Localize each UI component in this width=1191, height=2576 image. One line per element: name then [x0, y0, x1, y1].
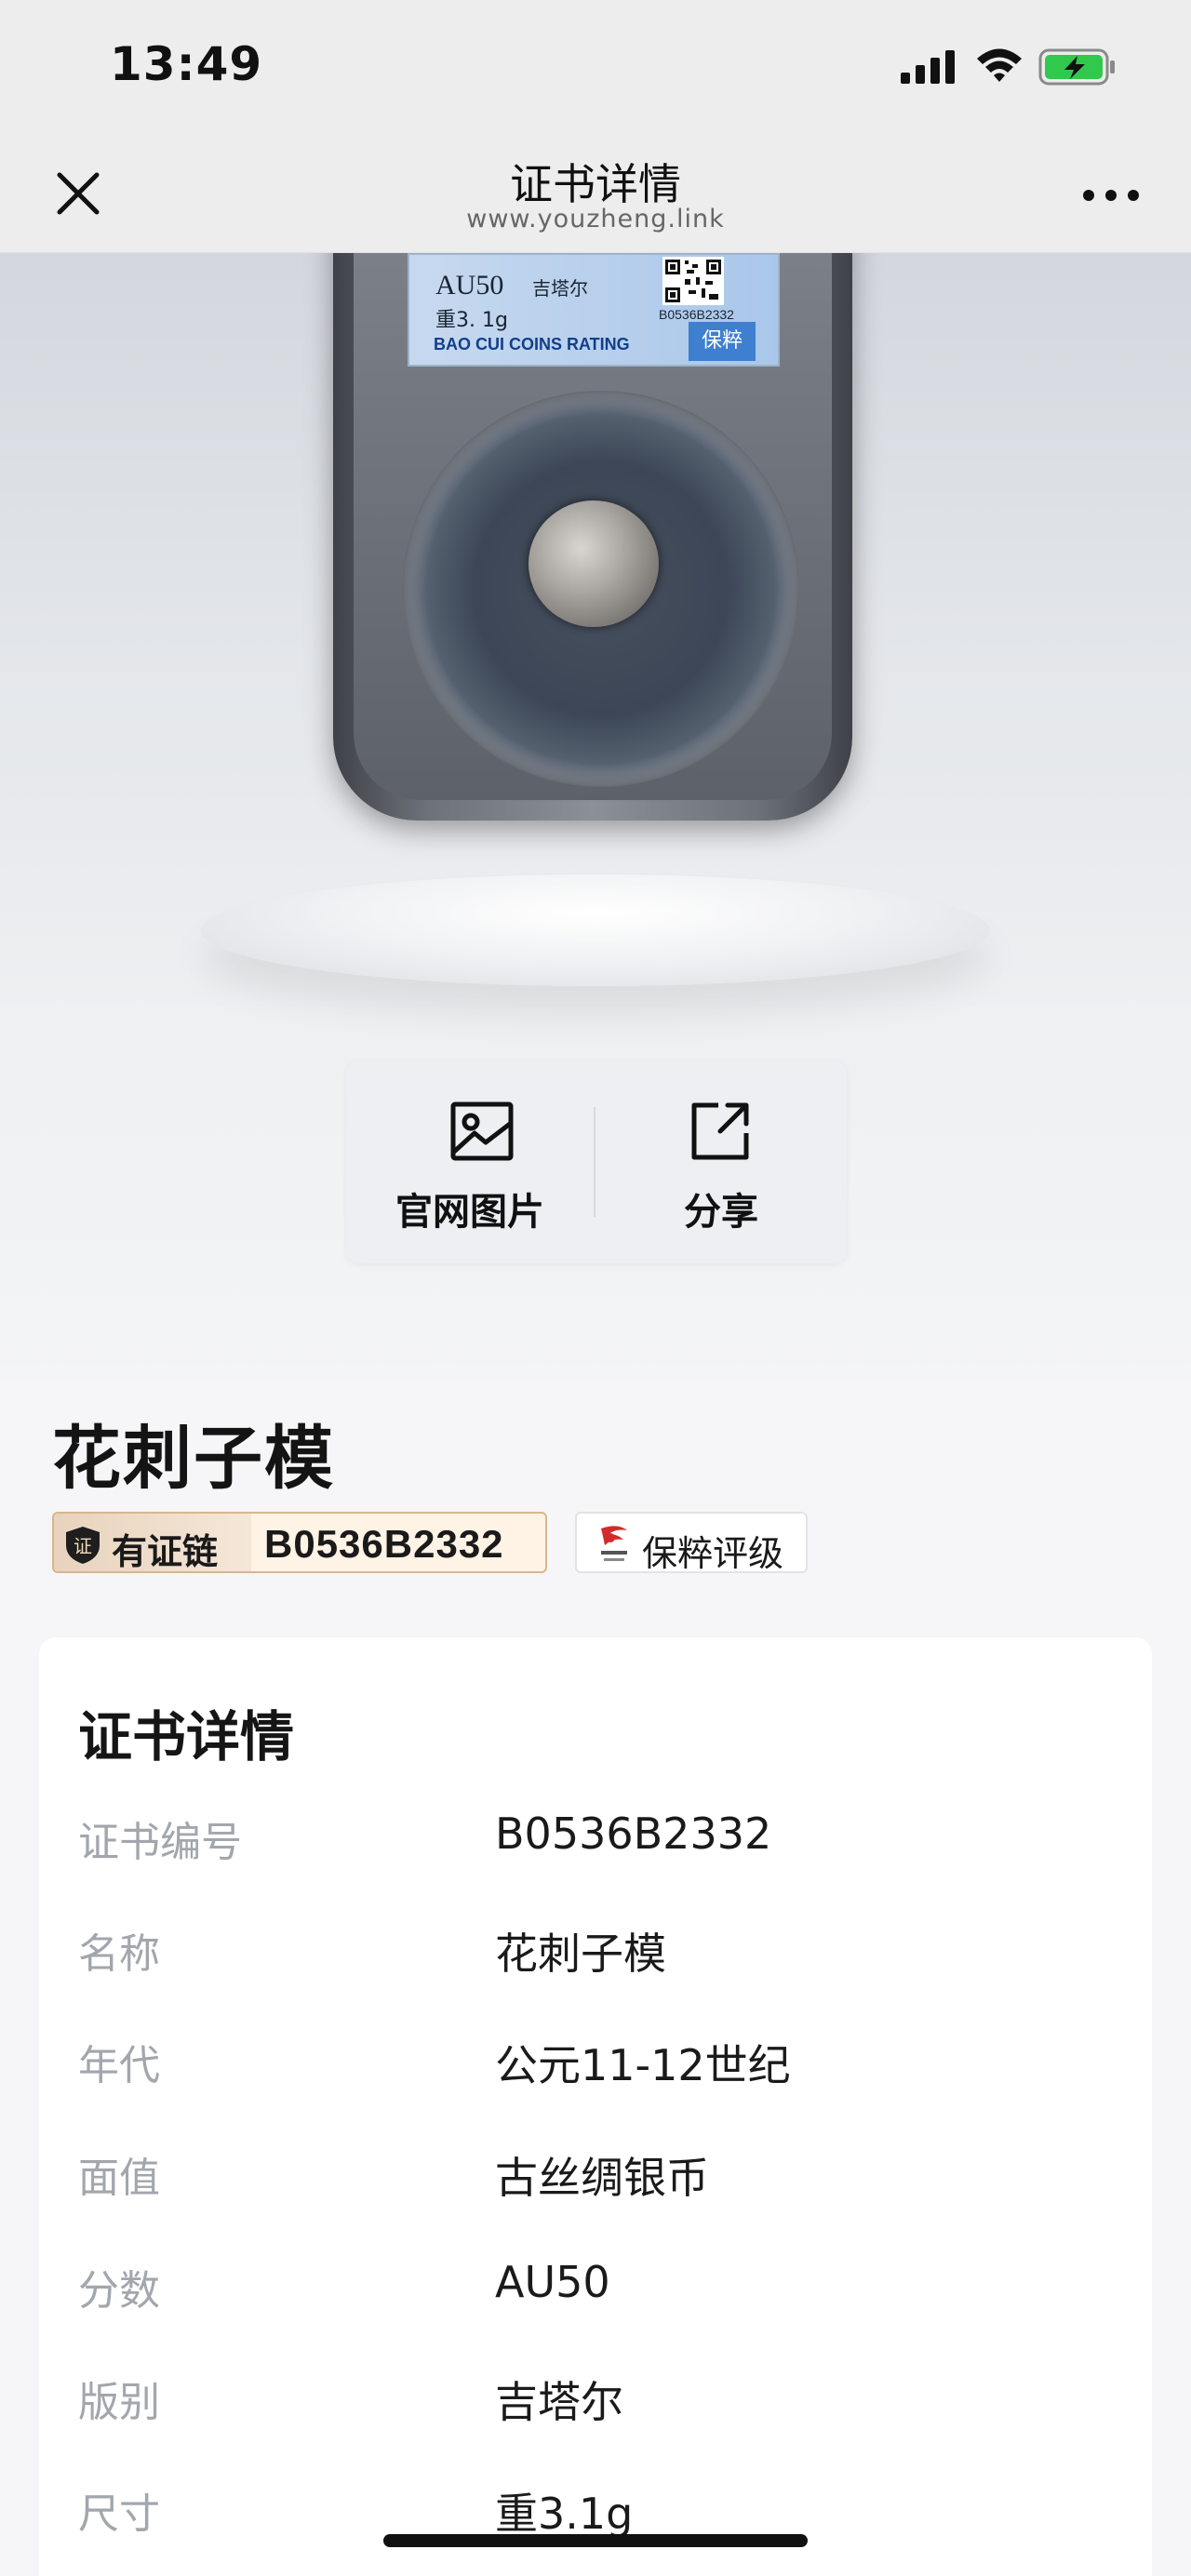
share-icon [691, 1102, 749, 1160]
official-images-button[interactable]: 官网图片 [346, 1061, 594, 1263]
slab-label: AU50 吉塔尔 重3. 1g B0536B2332 BAO CUI COINS… [408, 253, 780, 367]
coin-image [529, 501, 659, 627]
detail-row: 分数 AU50 [78, 2257, 1102, 2331]
status-time: 13:49 [110, 37, 263, 91]
detail-label: 名称 [78, 1930, 160, 1978]
detail-label: 证书编号 [78, 1819, 242, 1866]
detail-row: 版别 吉塔尔 [78, 2369, 1102, 2443]
action-panel: 官网图片 分享 [346, 1061, 847, 1263]
chain-badge[interactable]: 证 有证链 B0536B2332 [52, 1512, 547, 1573]
nav-bar: 证书详情 www.youzheng.link [0, 140, 1191, 253]
detail-row: 证书编号 B0536B2332 [78, 1809, 1102, 1883]
status-bar: 13:49 [0, 0, 1191, 140]
page-url: www.youzheng.link [466, 205, 725, 234]
detail-label: 面值 [78, 2155, 160, 2202]
detail-value: 重3.1g [495, 2489, 634, 2539]
detail-label: 分数 [78, 2267, 160, 2315]
detail-value: 公元11-12世纪 [495, 2040, 791, 2090]
qr-code-icon [662, 257, 724, 305]
detail-row: 名称 花刺子模 [78, 1920, 1102, 1995]
signal-icon [901, 50, 955, 84]
more-icon[interactable] [1081, 186, 1141, 205]
wifi-icon [977, 48, 1022, 82]
image-icon [450, 1101, 514, 1161]
page-title: 证书详情 [510, 159, 681, 209]
detail-value: 吉塔尔 [495, 2377, 623, 2427]
detail-value: 古丝绸银币 [495, 2153, 709, 2203]
detail-row: 年代 公元11-12世纪 [78, 2032, 1102, 2106]
share-button[interactable]: 分享 [596, 1061, 847, 1263]
page: 13:49 证书详情 www.youzheng.link AU50 吉塔尔 重3… [0, 0, 1191, 2576]
svg-text:证: 证 [74, 1535, 92, 1557]
details-title: 证书详情 [78, 1705, 295, 1768]
label-grade: AU50 [435, 270, 504, 300]
detail-label: 尺寸 [78, 2490, 160, 2538]
detail-value: AU50 [495, 2257, 610, 2307]
battery-icon [1038, 48, 1115, 86]
chain-label: 有证链 [112, 1531, 219, 1572]
org-label: 保粹评级 [642, 1533, 784, 1574]
label-cert-no: B0536B2332 [659, 307, 734, 322]
label-rating-text: BAO CUI COINS RATING [434, 335, 630, 354]
detail-label: 版别 [78, 2379, 160, 2426]
detail-row: 面值 古丝绸银币 [78, 2144, 1102, 2219]
label-stamp: 保粹 [689, 322, 756, 361]
detail-value: 花刺子模 [495, 1929, 666, 1979]
official-images-label: 官网图片 [395, 1191, 544, 1234]
certificate-details-card: 证书详情 证书编号 B0536B2332 名称 花刺子模 年代 公元11-12世… [39, 1637, 1152, 2576]
detail-label: 年代 [78, 2042, 160, 2089]
label-weight: 重3. 1g [435, 309, 508, 332]
display-pedestal [201, 874, 990, 986]
chain-code: B0536B2332 [264, 1522, 504, 1566]
detail-value: B0536B2332 [495, 1809, 772, 1859]
baocui-logo-icon [601, 1526, 627, 1561]
label-version: 吉塔尔 [532, 277, 588, 300]
org-badge[interactable]: 保粹评级 [575, 1512, 808, 1574]
item-title: 花刺子模 [52, 1419, 335, 1499]
home-indicator[interactable] [383, 2534, 808, 2547]
shield-icon: 证 [66, 1527, 100, 1564]
chain-badge-left: 证 有证链 [54, 1514, 251, 1571]
share-label: 分享 [684, 1191, 758, 1234]
